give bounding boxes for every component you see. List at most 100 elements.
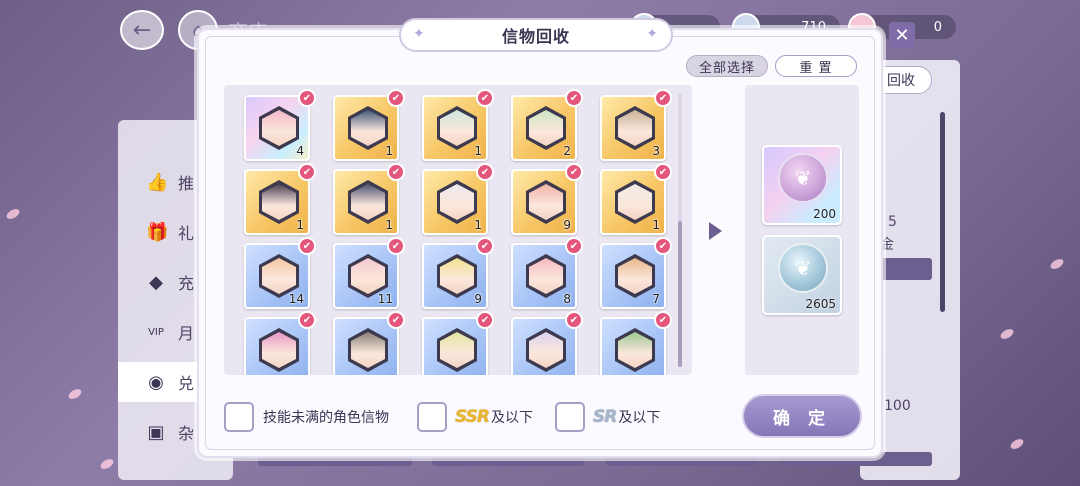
token-count: 1	[296, 218, 304, 232]
selected-check-icon[interactable]: ✔	[298, 89, 316, 107]
token-card[interactable]: 3 ✔	[600, 89, 672, 161]
filter-label: 及以下	[618, 410, 661, 426]
token-count: 11	[377, 292, 393, 306]
petal	[998, 327, 1016, 341]
gift-icon: 🎁	[146, 221, 169, 243]
back-button[interactable]: ←	[120, 10, 164, 50]
sparkle-icon: ✦	[646, 26, 659, 42]
petal	[1008, 437, 1026, 451]
selected-check-icon[interactable]: ✔	[654, 89, 672, 107]
token-count: 2	[563, 144, 571, 158]
token-card[interactable]: 9 ✔	[511, 163, 583, 235]
token-card[interactable]: 14 ✔	[244, 237, 316, 309]
selected-check-icon[interactable]: ✔	[298, 311, 316, 329]
token-card[interactable]: 11 ✔	[333, 237, 405, 309]
selected-check-icon[interactable]: ✔	[565, 237, 583, 255]
token-card[interactable]: 1 ✔	[333, 163, 405, 235]
selected-check-icon[interactable]: ✔	[476, 311, 494, 329]
selected-check-icon[interactable]: ✔	[565, 163, 583, 181]
selected-check-icon[interactable]: ✔	[654, 237, 672, 255]
purple-coin-icon: ❦	[778, 153, 828, 203]
bag-icon: ▣	[147, 421, 165, 443]
bg-text: 100	[884, 398, 911, 414]
selected-check-icon[interactable]: ✔	[387, 237, 405, 255]
reward-item[interactable]: ❦ 200	[762, 145, 842, 225]
dialog-title: 信物回收	[501, 27, 570, 46]
petal	[98, 457, 116, 471]
reward-item[interactable]: ❦ 2605	[762, 235, 842, 315]
token-grid: 4 ✔ 1 ✔ 1 ✔ 2 ✔ 3 ✔ 1 ✔ 1 ✔ 1 ✔ 9 ✔ 1 ✔ 14 ✔ 11 ✔ 9 ✔ 8 ✔ 7 ✔ ✔ ✔ ✔ ✔ ✔	[224, 85, 692, 375]
petal	[66, 387, 84, 401]
token-count: 8	[563, 292, 571, 306]
token-card[interactable]: 2 ✔	[511, 89, 583, 161]
selected-check-icon[interactable]: ✔	[476, 237, 494, 255]
checkbox[interactable]	[555, 402, 585, 432]
token-card[interactable]: 1 ✔	[422, 89, 494, 161]
thumbs-up-icon: 👍	[146, 171, 169, 193]
filter-label: 及以下	[490, 410, 533, 426]
token-card[interactable]: 1 ✔	[422, 163, 494, 235]
grid-scrollbar-thumb[interactable]	[678, 221, 682, 367]
exchange-icon: ◉	[148, 371, 164, 393]
reward-amount: 200	[813, 207, 836, 221]
token-count: 14	[288, 292, 304, 306]
token-count: 1	[385, 218, 393, 232]
bg-text: 5	[888, 214, 897, 230]
token-card[interactable]: ✔	[600, 311, 672, 375]
selected-check-icon[interactable]: ✔	[565, 311, 583, 329]
filter-ssr-and-below[interactable]: SSR 及以下	[417, 402, 533, 432]
selected-check-icon[interactable]: ✔	[476, 163, 494, 181]
reward-panel: ❦ 200 ❦ 2605	[745, 85, 859, 375]
vip-icon: VIP	[148, 326, 164, 338]
selected-check-icon[interactable]: ✔	[387, 311, 405, 329]
token-card[interactable]: 1 ✔	[600, 163, 672, 235]
reward-amount: 2605	[805, 297, 836, 311]
token-card[interactable]: 7 ✔	[600, 237, 672, 309]
token-count: 1	[652, 218, 660, 232]
token-count: 1	[385, 144, 393, 158]
token-card[interactable]: ✔	[244, 311, 316, 375]
token-card[interactable]: 1 ✔	[333, 89, 405, 161]
arrow-right-icon	[709, 222, 722, 240]
selected-check-icon[interactable]: ✔	[298, 237, 316, 255]
dialog-title-bar: ✦ 信物回收 ✦	[399, 18, 673, 52]
token-card[interactable]: 8 ✔	[511, 237, 583, 309]
token-card[interactable]: ✔	[333, 311, 405, 375]
ssr-rarity-icon: SSR	[455, 407, 490, 427]
token-card[interactable]: ✔	[511, 311, 583, 375]
reset-button[interactable]: 重 置	[775, 55, 857, 77]
token-card[interactable]: ✔	[422, 311, 494, 375]
bg-scrollbar[interactable]	[940, 112, 945, 312]
token-count: 4	[296, 144, 304, 158]
select-all-button[interactable]: 全部选择	[686, 55, 768, 77]
confirm-button[interactable]: 确 定	[742, 394, 862, 438]
petal	[1048, 257, 1066, 271]
token-count: 9	[474, 292, 482, 306]
sr-rarity-icon: SR	[593, 407, 617, 427]
token-count: 7	[652, 292, 660, 306]
checkbox[interactable]	[417, 402, 447, 432]
close-button[interactable]: ✕	[889, 22, 915, 48]
selected-check-icon[interactable]: ✔	[654, 163, 672, 181]
petal	[4, 207, 22, 221]
bg-bar	[880, 258, 932, 280]
close-icon: ✕	[894, 24, 910, 46]
token-recycle-dialog: ✦ 信物回收 ✦ ✕ 全部选择 重 置 4 ✔ 1 ✔ 1 ✔ 2 ✔ 3 ✔ 1 ✔ 1 ✔ 1 ✔ 9 ✔ 1 ✔…	[197, 18, 915, 458]
selected-check-icon[interactable]: ✔	[387, 89, 405, 107]
filter-skill-not-max[interactable]: 技能未满的角色信物	[224, 402, 389, 432]
token-count: 3	[652, 144, 660, 158]
selected-check-icon[interactable]: ✔	[654, 311, 672, 329]
token-card[interactable]: 4 ✔	[244, 89, 316, 161]
gem-icon: ◆	[149, 271, 163, 293]
blue-coin-icon: ❦	[778, 243, 828, 293]
selected-check-icon[interactable]: ✔	[387, 163, 405, 181]
selected-check-icon[interactable]: ✔	[476, 89, 494, 107]
filter-sr-and-below[interactable]: SR 及以下	[555, 402, 660, 432]
token-count: 1	[474, 218, 482, 232]
token-card[interactable]: 1 ✔	[244, 163, 316, 235]
selected-check-icon[interactable]: ✔	[565, 89, 583, 107]
sparkle-icon: ✦	[413, 26, 426, 42]
token-card[interactable]: 9 ✔	[422, 237, 494, 309]
checkbox[interactable]	[224, 402, 254, 432]
selected-check-icon[interactable]: ✔	[298, 163, 316, 181]
